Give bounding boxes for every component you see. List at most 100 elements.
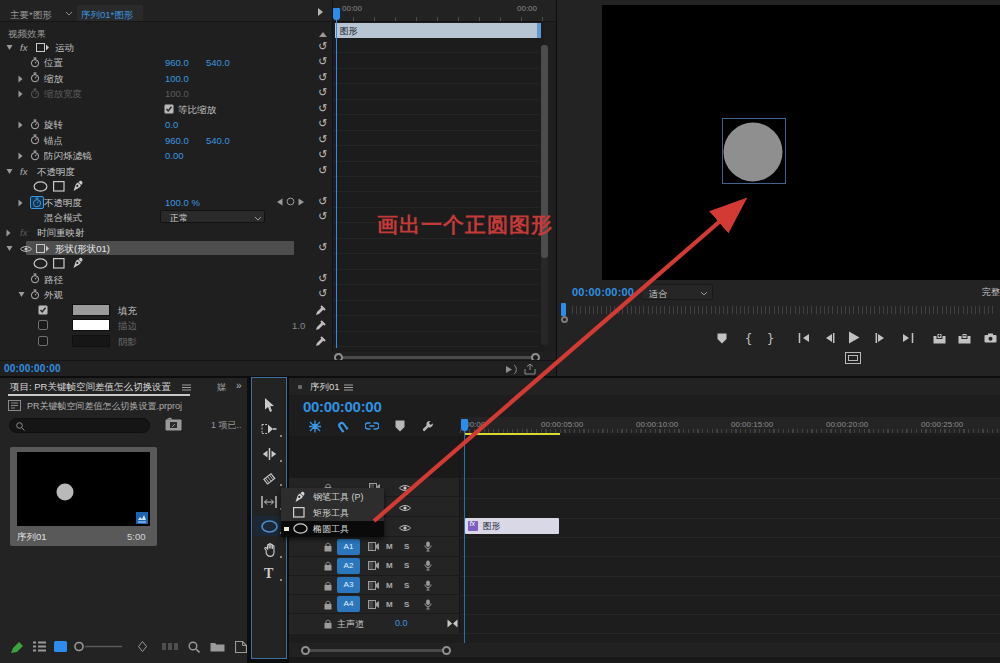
sync-lock-icon[interactable] bbox=[368, 542, 379, 551]
new-item-icon[interactable] bbox=[235, 641, 247, 653]
program-timecode[interactable]: 00:00:00:00 bbox=[572, 286, 634, 298]
sync-lock-icon[interactable] bbox=[368, 600, 379, 609]
flyout-item-rect-tool[interactable]: 矩形工具 bbox=[281, 505, 384, 521]
scrubber-zoom-handle[interactable] bbox=[561, 316, 568, 323]
project-tab[interactable]: 项目: PR关键帧空间差值怎么切换设置 bbox=[10, 381, 171, 394]
mic-icon[interactable] bbox=[424, 580, 432, 591]
twirl-closed-icon[interactable] bbox=[18, 90, 23, 98]
pen-mask-icon[interactable] bbox=[71, 257, 84, 269]
reset-icon[interactable]: ↻ bbox=[318, 102, 327, 115]
safe-margins-icon[interactable] bbox=[845, 352, 861, 364]
stopwatch-icon[interactable] bbox=[30, 88, 40, 99]
sequence-clip-tab[interactable]: 序列01*图形 bbox=[77, 5, 143, 21]
rect-mask-icon[interactable] bbox=[53, 181, 65, 192]
timeline-hscroll-right-handle[interactable] bbox=[442, 646, 451, 655]
program-scrubber[interactable] bbox=[572, 306, 996, 314]
sync-lock-icon[interactable] bbox=[368, 561, 379, 570]
effect-row-uniform-scale[interactable]: 等比缩放↻ bbox=[0, 102, 332, 117]
stopwatch-icon[interactable] bbox=[30, 134, 40, 145]
flyout-item-ellipse-tool[interactable]: 椭圆工具 bbox=[281, 521, 384, 537]
twirl-closed-icon[interactable] bbox=[18, 152, 23, 160]
timeline-playhead-marker[interactable] bbox=[461, 419, 468, 431]
twirl-closed-icon[interactable] bbox=[6, 229, 11, 237]
color-swatch[interactable] bbox=[72, 304, 110, 316]
eyedropper-icon[interactable] bbox=[315, 305, 326, 316]
mini-timeline-clip-bar[interactable]: 图形 bbox=[335, 23, 541, 38]
reset-icon[interactable]: ↻ bbox=[318, 195, 327, 208]
eye-icon[interactable] bbox=[399, 524, 411, 532]
track-target-badge[interactable]: A4 bbox=[337, 596, 360, 612]
add-marker-icon[interactable] bbox=[717, 333, 727, 344]
export-icon[interactable] bbox=[524, 364, 536, 375]
master-level-value[interactable]: 0.0 bbox=[395, 618, 408, 628]
row-value[interactable]: 100.0 bbox=[165, 73, 189, 84]
twirl-open-icon[interactable] bbox=[6, 245, 13, 252]
timeline-timecode[interactable]: 00:00:00:00 bbox=[303, 398, 381, 415]
effect-row-shape[interactable]: 形状(形状01)↻ bbox=[0, 241, 332, 256]
eyedropper-icon[interactable] bbox=[315, 336, 326, 347]
sequence-item-card[interactable]: 序列01 5:00 bbox=[10, 447, 157, 546]
effect-row-path[interactable]: 路径↻ bbox=[0, 272, 332, 287]
row-value[interactable]: 100.0 % bbox=[165, 197, 200, 208]
list-view-icon[interactable] bbox=[33, 641, 46, 652]
twirl-open-icon[interactable] bbox=[6, 44, 13, 51]
export-frame-icon[interactable] bbox=[984, 333, 997, 343]
eye-icon[interactable] bbox=[399, 504, 411, 512]
step-forward-icon[interactable] bbox=[875, 333, 885, 343]
reset-icon[interactable]: ↻ bbox=[318, 71, 327, 84]
collapse-icon[interactable] bbox=[319, 32, 327, 37]
project-file-row[interactable]: PR关键帧空间差值怎么切换设置.prproj bbox=[0, 397, 247, 415]
vertical-scrollbar-track[interactable] bbox=[541, 45, 548, 345]
effect-row-opacity-group[interactable]: fx不透明度↻ bbox=[0, 164, 332, 179]
stopwatch-icon[interactable] bbox=[30, 72, 40, 83]
checkbox-checked-icon[interactable] bbox=[38, 305, 48, 315]
timeline-settings-icon[interactable] bbox=[422, 420, 434, 432]
play-icon[interactable] bbox=[848, 331, 860, 344]
timeline-ruler[interactable]: :00:0000:00:05:0000:00:10:0000:00:15:000… bbox=[460, 417, 1000, 433]
solo-button[interactable]: S bbox=[404, 561, 409, 570]
timeline-hscroll-left-handle[interactable] bbox=[301, 646, 310, 655]
reset-icon[interactable]: ↻ bbox=[318, 40, 327, 53]
selection-tool[interactable] bbox=[254, 395, 284, 415]
sync-lock-icon[interactable] bbox=[368, 581, 379, 590]
mic-icon[interactable] bbox=[424, 599, 432, 610]
lock-icon[interactable] bbox=[324, 600, 332, 610]
lock-icon[interactable] bbox=[324, 542, 332, 552]
timeline-clip[interactable]: fx 图形 bbox=[465, 518, 559, 534]
twirl-closed-icon[interactable] bbox=[18, 75, 23, 83]
eye-icon[interactable] bbox=[399, 484, 411, 492]
play-around-icon[interactable] bbox=[505, 365, 518, 374]
checkbox-checked-icon[interactable] bbox=[164, 104, 174, 114]
add-keyframe-icon[interactable] bbox=[286, 197, 295, 206]
program-playhead[interactable] bbox=[561, 303, 566, 316]
reset-icon[interactable]: ↻ bbox=[318, 272, 327, 285]
snap-icon[interactable] bbox=[336, 420, 349, 433]
reset-icon[interactable]: ↻ bbox=[318, 133, 327, 146]
effect-row-anti-flicker[interactable]: 防闪烁滤镜0.00↻ bbox=[0, 148, 332, 163]
lock-icon[interactable] bbox=[324, 581, 332, 591]
zoom-level-select[interactable]: 适合 bbox=[641, 284, 713, 300]
new-bin-icon[interactable] bbox=[210, 641, 225, 652]
add-marker-icon[interactable] bbox=[395, 420, 405, 432]
row-value[interactable]: 0.0 bbox=[165, 119, 178, 130]
checkbox-unchecked-icon[interactable] bbox=[38, 320, 48, 330]
effect-row-scale-width[interactable]: 缩放宽度100.0↻ bbox=[0, 86, 332, 101]
effect-row-appearance[interactable]: 外观↻ bbox=[0, 287, 332, 302]
insert-as-nest-icon[interactable] bbox=[308, 420, 322, 433]
stopwatch-icon[interactable] bbox=[30, 289, 40, 300]
timeline-tab[interactable]: 序列01 bbox=[310, 381, 340, 394]
extract-icon[interactable] bbox=[958, 333, 971, 344]
row-value[interactable]: 540.0 bbox=[206, 57, 230, 68]
solo-button[interactable]: S bbox=[404, 542, 409, 551]
color-swatch[interactable] bbox=[72, 319, 110, 331]
resolution-select[interactable]: 完整 bbox=[982, 286, 1000, 299]
reset-icon[interactable]: ↻ bbox=[318, 117, 327, 130]
prev-keyframe-icon[interactable] bbox=[276, 198, 283, 206]
effect-row-shadow[interactable]: 阴影 bbox=[0, 334, 332, 349]
mini-hscroll-bar[interactable] bbox=[341, 356, 535, 359]
twirl-open-icon[interactable] bbox=[18, 291, 25, 298]
twirl-open-icon[interactable] bbox=[6, 168, 13, 175]
eyedropper-icon[interactable] bbox=[315, 320, 326, 331]
ellipse-mask-icon[interactable] bbox=[33, 258, 48, 269]
effect-row-time-remap[interactable]: fx时间重映射 bbox=[0, 225, 332, 240]
